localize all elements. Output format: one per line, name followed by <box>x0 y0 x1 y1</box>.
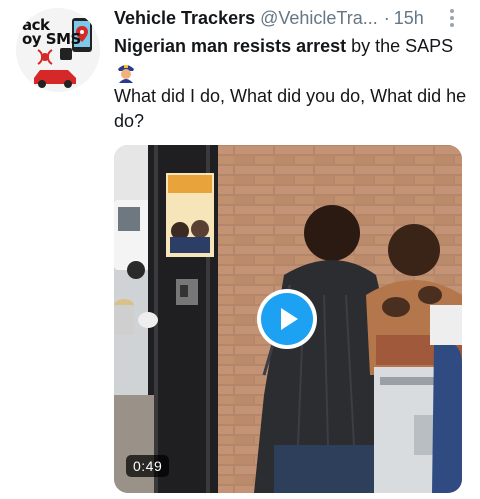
tweet-card[interactable]: ack oy SMS Vehicle Trackers @VehicleTra.… <box>0 0 480 499</box>
display-name[interactable]: Vehicle Trackers <box>114 8 255 29</box>
avatar[interactable]: ack oy SMS <box>16 8 100 92</box>
tweet-text: Nigerian man resists arrest by the SAPS … <box>114 34 470 134</box>
play-button[interactable] <box>257 289 317 349</box>
avatar-logo-text: ack oy SMS <box>22 16 81 48</box>
tweet-header: Vehicle Trackers @VehicleTra... · 15h <box>114 6 454 30</box>
tweet-text-line2: What did I do, What did you do, What did… <box>114 86 467 131</box>
user-handle[interactable]: @VehicleTra... <box>260 8 378 29</box>
more-options-icon[interactable] <box>442 6 462 32</box>
video-thumbnail[interactable]: 0:49 <box>114 145 462 493</box>
play-icon <box>281 308 298 330</box>
separator-dot: · <box>383 7 390 28</box>
video-duration-badge: 0:49 <box>126 455 170 477</box>
tweet-text-bold: Nigerian man resists arrest <box>114 36 347 56</box>
police-officer-icon <box>118 65 134 83</box>
tweet-text-rest: by the SAPS <box>346 36 454 56</box>
timestamp[interactable]: 15h <box>394 8 424 29</box>
